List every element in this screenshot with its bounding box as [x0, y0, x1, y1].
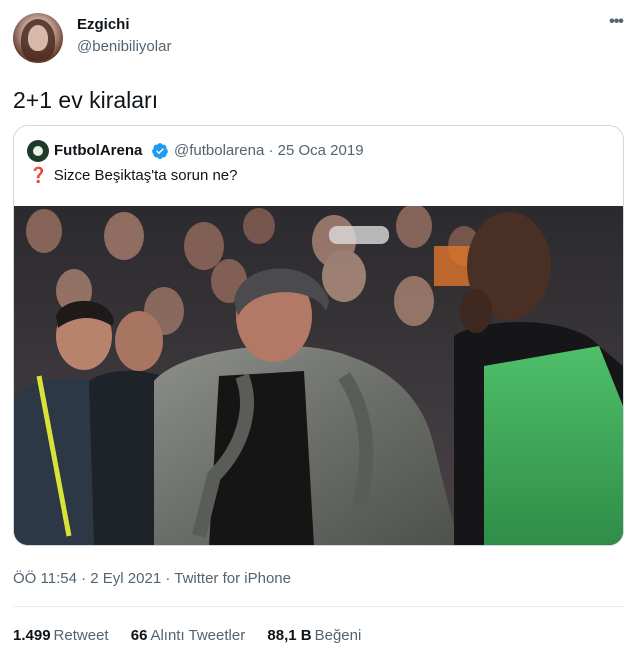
tweet-stats: 1.499 Retweet 66 Alıntı Tweetler 88,1 B Beğ…	[13, 627, 379, 645]
quoted-separator: ·	[268, 142, 274, 159]
more-horizontal-icon[interactable]: •••	[606, 14, 626, 32]
author-handle[interactable]: @benibiliyolar	[77, 38, 171, 56]
quotes-count: 66	[130, 627, 148, 644]
meta-separator: ·	[81, 570, 87, 587]
quoted-text: Sizce Beşiktaş'ta sorun ne?	[53, 167, 238, 184]
tweet-meta: ÖÖ 11:54 · 2 Eyl 2021 · Twitter for iPho…	[13, 570, 291, 588]
quotes-label: Alıntı Tweetler	[150, 627, 246, 644]
quoted-meta: @futbolarena · 25 Oca 2019	[174, 142, 364, 160]
retweets-stat[interactable]: 1.499 Retweet	[13, 627, 109, 644]
question-mark-icon: ❓	[29, 167, 48, 184]
tweet: Ezgichi @benibiliyolar ••• 2+1 ev kirala…	[0, 0, 635, 657]
tweet-text: 2+1 ev kiraları	[13, 87, 159, 113]
tweet-source[interactable]: Twitter for iPhone	[174, 570, 291, 587]
meta-separator: ·	[165, 570, 171, 587]
quoted-author-avatar	[27, 140, 49, 162]
retweets-count: 1.499	[13, 627, 51, 644]
divider	[13, 606, 624, 607]
author-avatar[interactable]	[13, 13, 63, 63]
likes-label: Beğeni	[314, 627, 362, 644]
quoted-tweet[interactable]: FutbolArena @futbolarena · 25 Oca 2019 ❓…	[13, 125, 624, 546]
quotes-stat[interactable]: 66 Alıntı Tweetler	[131, 627, 245, 644]
author-name[interactable]: Ezgichi	[77, 16, 130, 34]
quoted-text-row: ❓ Sizce Beşiktaş'ta sorun ne?	[29, 167, 237, 185]
quoted-author-name: FutbolArena	[54, 142, 143, 159]
verified-badge-icon	[152, 143, 168, 159]
avatar-face	[28, 25, 48, 51]
quoted-date: 25 Oca 2019	[277, 142, 364, 159]
likes-count: 88,1 B	[267, 627, 312, 644]
quoted-handle: @futbolarena	[174, 142, 265, 159]
likes-stat[interactable]: 88,1 B Beğeni	[267, 627, 361, 644]
retweets-label: Retweet	[53, 627, 109, 644]
tweet-time[interactable]: ÖÖ 11:54	[13, 570, 77, 587]
tweet-date[interactable]: 2 Eyl 2021	[90, 570, 161, 587]
quoted-photo[interactable]	[14, 206, 623, 546]
